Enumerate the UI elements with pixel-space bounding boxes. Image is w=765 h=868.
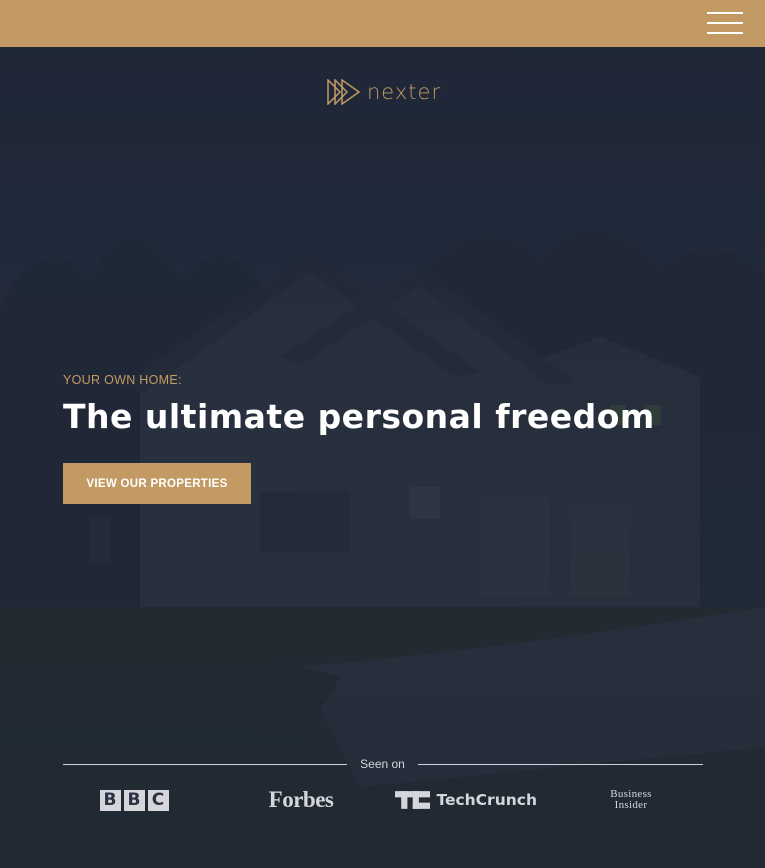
techcrunch-logo: TechCrunch bbox=[395, 785, 537, 815]
forbes-logo: Forbes bbox=[268, 787, 334, 812]
menu-line-bottom bbox=[707, 32, 743, 34]
bbc-letter-c: C bbox=[147, 789, 169, 811]
divider-line-left bbox=[63, 764, 347, 765]
techcrunch-wordmark: TechCrunch bbox=[436, 791, 537, 809]
business-insider-line2: Insider bbox=[614, 799, 648, 811]
dark-overlay bbox=[0, 47, 765, 868]
hero-section: nexter YOUR OWN HOME: The ultimate perso… bbox=[0, 47, 765, 868]
top-navigation-bar bbox=[0, 0, 765, 47]
seen-on-label: Seen on bbox=[360, 757, 405, 771]
bbc-letter-b1: B bbox=[99, 789, 121, 811]
menu-line-middle bbox=[707, 22, 743, 24]
view-properties-button[interactable]: VIEW OUR PROPERTIES bbox=[63, 463, 251, 504]
menu-line-top bbox=[707, 12, 743, 14]
business-insider-logo: Business Insider bbox=[605, 785, 657, 815]
seen-on-divider: Seen on bbox=[63, 757, 703, 773]
bbc-logo: B B C bbox=[99, 785, 169, 815]
press-logos: B B C Forbes TechCrunch Business Insider bbox=[63, 785, 703, 815]
hero-eyebrow: YOUR OWN HOME: bbox=[63, 373, 182, 387]
hamburger-menu-icon[interactable] bbox=[707, 12, 743, 34]
brand-logo[interactable]: nexter bbox=[327, 78, 441, 106]
brand-name: nexter bbox=[367, 80, 442, 104]
techcrunch-mark-icon bbox=[395, 791, 431, 809]
hero-headline: The ultimate personal freedom bbox=[63, 397, 655, 436]
bbc-letter-b2: B bbox=[123, 789, 145, 811]
divider-line-right bbox=[418, 764, 703, 765]
triple-play-triangle-icon bbox=[327, 79, 361, 105]
